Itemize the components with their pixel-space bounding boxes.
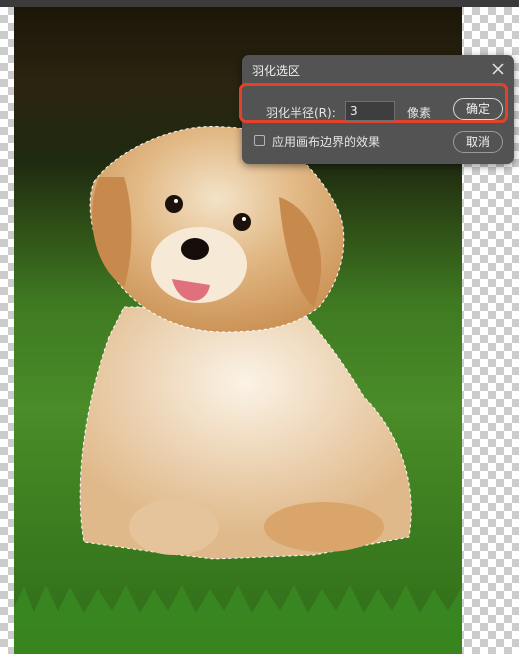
feather-selection-dialog: 羽化选区 羽化半径(R): 像素 确定 应用画布边界的效果 取消	[239, 55, 514, 164]
feather-radius-input[interactable]	[345, 101, 395, 121]
canvas-area[interactable]: 羽化选区 羽化半径(R): 像素 确定 应用画布边界的效果 取消	[0, 7, 519, 654]
dialog-title: 羽化选区	[252, 64, 301, 78]
top-toolbar-edge	[0, 0, 519, 7]
feather-radius-label: 羽化半径(R):	[266, 106, 336, 120]
checkbox-label: 应用画布边界的效果	[272, 135, 381, 149]
apply-canvas-bounds-checkbox[interactable]	[254, 135, 265, 146]
cancel-button[interactable]: 取消	[453, 131, 503, 153]
close-icon[interactable]	[490, 61, 506, 77]
unit-label: 像素	[407, 106, 432, 120]
ok-button[interactable]: 确定	[453, 98, 503, 120]
